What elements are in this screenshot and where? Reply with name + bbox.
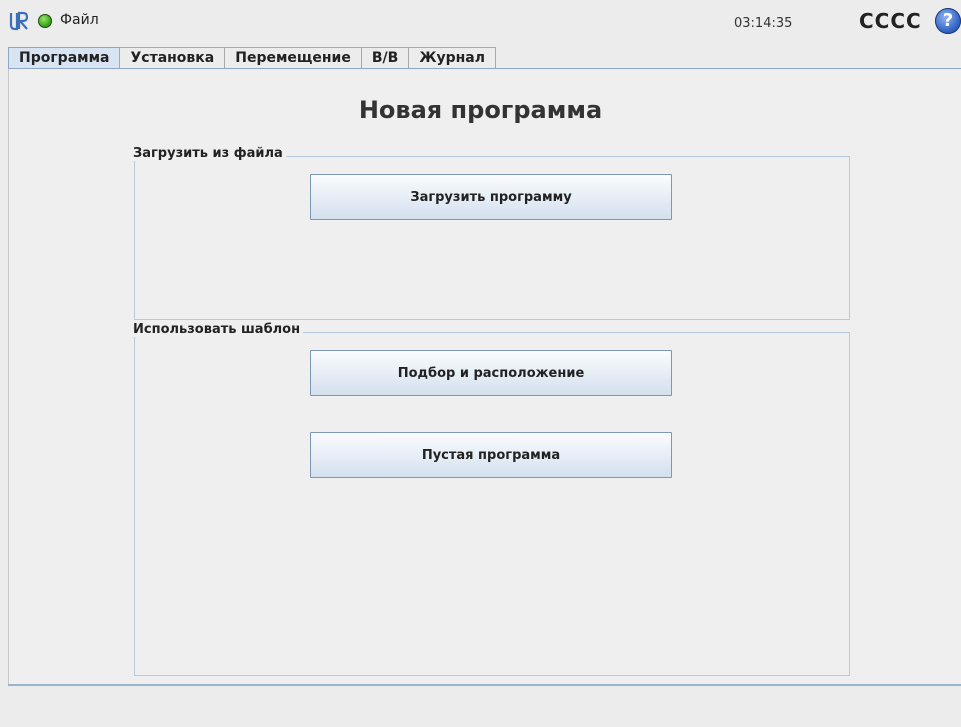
- bottom-divider: [8, 684, 961, 686]
- robot-status-icon: [38, 14, 52, 28]
- tab-log[interactable]: Журнал: [408, 47, 497, 69]
- page-title: Новая программа: [358, 96, 603, 124]
- empty-program-button[interactable]: Пустая программа: [310, 432, 672, 478]
- robot-name: CCCC: [859, 9, 922, 33]
- tab-io[interactable]: В/В: [360, 47, 410, 69]
- clock: 03:14:35: [734, 16, 793, 31]
- help-icon[interactable]: ?: [935, 8, 961, 34]
- tab-move[interactable]: Перемещение: [224, 47, 362, 69]
- tab-bar: Программа Установка Перемещение В/В Журн…: [8, 47, 497, 69]
- load-program-button[interactable]: Загрузить программу: [310, 174, 672, 220]
- file-menu[interactable]: Файл: [60, 12, 99, 28]
- tab-program[interactable]: Программа: [8, 47, 121, 69]
- tab-installation[interactable]: Установка: [119, 47, 226, 69]
- load-from-file-label: Загрузить из файла: [130, 146, 286, 161]
- top-bar: Файл 03:14:35 CCCC ?: [0, 0, 961, 44]
- use-template-label: Использовать шаблон: [130, 322, 304, 337]
- pick-and-place-button[interactable]: Подбор и расположение: [310, 350, 672, 396]
- universal-robots-logo-icon: [8, 10, 30, 32]
